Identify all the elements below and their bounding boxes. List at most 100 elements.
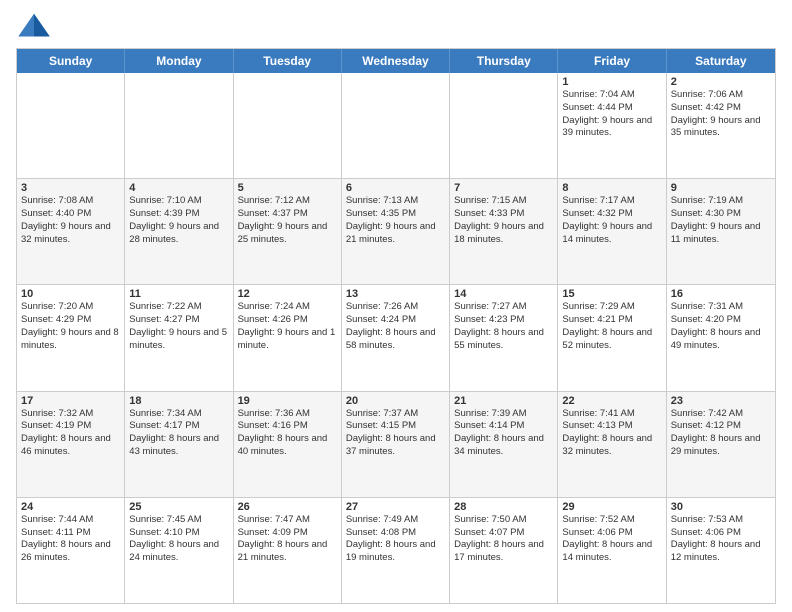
day-cell-18: 18Sunrise: 7:34 AMSunset: 4:17 PMDayligh… [125, 392, 233, 497]
header-day-friday: Friday [558, 49, 666, 73]
day-number: 21 [454, 395, 553, 407]
header-day-monday: Monday [125, 49, 233, 73]
day-number: 13 [346, 288, 445, 300]
day-cell-24: 24Sunrise: 7:44 AMSunset: 4:11 PMDayligh… [17, 498, 125, 603]
empty-cell [450, 73, 558, 178]
calendar-body: 1Sunrise: 7:04 AMSunset: 4:44 PMDaylight… [17, 73, 775, 603]
day-info: Sunrise: 7:53 AMSunset: 4:06 PMDaylight:… [671, 514, 771, 565]
day-info: Sunrise: 7:08 AMSunset: 4:40 PMDaylight:… [21, 195, 120, 246]
day-info: Sunrise: 7:13 AMSunset: 4:35 PMDaylight:… [346, 195, 445, 246]
day-info: Sunrise: 7:15 AMSunset: 4:33 PMDaylight:… [454, 195, 553, 246]
day-info: Sunrise: 7:24 AMSunset: 4:26 PMDaylight:… [238, 301, 337, 352]
day-cell-7: 7Sunrise: 7:15 AMSunset: 4:33 PMDaylight… [450, 179, 558, 284]
day-number: 5 [238, 182, 337, 194]
day-cell-26: 26Sunrise: 7:47 AMSunset: 4:09 PMDayligh… [234, 498, 342, 603]
day-number: 25 [129, 501, 228, 513]
day-number: 6 [346, 182, 445, 194]
day-info: Sunrise: 7:19 AMSunset: 4:30 PMDaylight:… [671, 195, 771, 246]
day-number: 2 [671, 76, 771, 88]
page: SundayMondayTuesdayWednesdayThursdayFrid… [0, 0, 792, 612]
day-cell-27: 27Sunrise: 7:49 AMSunset: 4:08 PMDayligh… [342, 498, 450, 603]
calendar-header: SundayMondayTuesdayWednesdayThursdayFrid… [17, 49, 775, 73]
day-number: 4 [129, 182, 228, 194]
header-day-sunday: Sunday [17, 49, 125, 73]
day-info: Sunrise: 7:37 AMSunset: 4:15 PMDaylight:… [346, 408, 445, 459]
day-info: Sunrise: 7:06 AMSunset: 4:42 PMDaylight:… [671, 89, 771, 140]
day-info: Sunrise: 7:04 AMSunset: 4:44 PMDaylight:… [562, 89, 661, 140]
day-info: Sunrise: 7:32 AMSunset: 4:19 PMDaylight:… [21, 408, 120, 459]
day-number: 16 [671, 288, 771, 300]
day-number: 9 [671, 182, 771, 194]
calendar-row-4: 24Sunrise: 7:44 AMSunset: 4:11 PMDayligh… [17, 497, 775, 603]
day-number: 27 [346, 501, 445, 513]
day-cell-4: 4Sunrise: 7:10 AMSunset: 4:39 PMDaylight… [125, 179, 233, 284]
header [16, 12, 776, 40]
calendar-row-1: 3Sunrise: 7:08 AMSunset: 4:40 PMDaylight… [17, 178, 775, 284]
day-number: 7 [454, 182, 553, 194]
day-cell-28: 28Sunrise: 7:50 AMSunset: 4:07 PMDayligh… [450, 498, 558, 603]
day-info: Sunrise: 7:26 AMSunset: 4:24 PMDaylight:… [346, 301, 445, 352]
day-number: 12 [238, 288, 337, 300]
day-number: 8 [562, 182, 661, 194]
day-cell-6: 6Sunrise: 7:13 AMSunset: 4:35 PMDaylight… [342, 179, 450, 284]
day-number: 22 [562, 395, 661, 407]
day-cell-29: 29Sunrise: 7:52 AMSunset: 4:06 PMDayligh… [558, 498, 666, 603]
day-info: Sunrise: 7:27 AMSunset: 4:23 PMDaylight:… [454, 301, 553, 352]
day-number: 14 [454, 288, 553, 300]
day-cell-20: 20Sunrise: 7:37 AMSunset: 4:15 PMDayligh… [342, 392, 450, 497]
day-number: 20 [346, 395, 445, 407]
day-info: Sunrise: 7:12 AMSunset: 4:37 PMDaylight:… [238, 195, 337, 246]
day-number: 24 [21, 501, 120, 513]
day-info: Sunrise: 7:50 AMSunset: 4:07 PMDaylight:… [454, 514, 553, 565]
day-number: 1 [562, 76, 661, 88]
day-info: Sunrise: 7:17 AMSunset: 4:32 PMDaylight:… [562, 195, 661, 246]
day-info: Sunrise: 7:47 AMSunset: 4:09 PMDaylight:… [238, 514, 337, 565]
day-number: 18 [129, 395, 228, 407]
day-cell-10: 10Sunrise: 7:20 AMSunset: 4:29 PMDayligh… [17, 285, 125, 390]
calendar: SundayMondayTuesdayWednesdayThursdayFrid… [16, 48, 776, 604]
day-cell-19: 19Sunrise: 7:36 AMSunset: 4:16 PMDayligh… [234, 392, 342, 497]
header-day-thursday: Thursday [450, 49, 558, 73]
day-number: 3 [21, 182, 120, 194]
day-cell-3: 3Sunrise: 7:08 AMSunset: 4:40 PMDaylight… [17, 179, 125, 284]
day-info: Sunrise: 7:34 AMSunset: 4:17 PMDaylight:… [129, 408, 228, 459]
day-cell-16: 16Sunrise: 7:31 AMSunset: 4:20 PMDayligh… [667, 285, 775, 390]
empty-cell [125, 73, 233, 178]
empty-cell [234, 73, 342, 178]
day-cell-14: 14Sunrise: 7:27 AMSunset: 4:23 PMDayligh… [450, 285, 558, 390]
calendar-row-2: 10Sunrise: 7:20 AMSunset: 4:29 PMDayligh… [17, 284, 775, 390]
day-cell-23: 23Sunrise: 7:42 AMSunset: 4:12 PMDayligh… [667, 392, 775, 497]
day-info: Sunrise: 7:44 AMSunset: 4:11 PMDaylight:… [21, 514, 120, 565]
empty-cell [342, 73, 450, 178]
day-info: Sunrise: 7:52 AMSunset: 4:06 PMDaylight:… [562, 514, 661, 565]
day-number: 11 [129, 288, 228, 300]
day-cell-12: 12Sunrise: 7:24 AMSunset: 4:26 PMDayligh… [234, 285, 342, 390]
day-number: 28 [454, 501, 553, 513]
day-number: 23 [671, 395, 771, 407]
day-cell-1: 1Sunrise: 7:04 AMSunset: 4:44 PMDaylight… [558, 73, 666, 178]
day-cell-25: 25Sunrise: 7:45 AMSunset: 4:10 PMDayligh… [125, 498, 233, 603]
day-cell-2: 2Sunrise: 7:06 AMSunset: 4:42 PMDaylight… [667, 73, 775, 178]
day-cell-21: 21Sunrise: 7:39 AMSunset: 4:14 PMDayligh… [450, 392, 558, 497]
day-info: Sunrise: 7:41 AMSunset: 4:13 PMDaylight:… [562, 408, 661, 459]
header-day-saturday: Saturday [667, 49, 775, 73]
day-number: 26 [238, 501, 337, 513]
day-cell-11: 11Sunrise: 7:22 AMSunset: 4:27 PMDayligh… [125, 285, 233, 390]
day-number: 29 [562, 501, 661, 513]
day-number: 17 [21, 395, 120, 407]
day-cell-15: 15Sunrise: 7:29 AMSunset: 4:21 PMDayligh… [558, 285, 666, 390]
day-number: 19 [238, 395, 337, 407]
logo [16, 12, 56, 40]
day-cell-13: 13Sunrise: 7:26 AMSunset: 4:24 PMDayligh… [342, 285, 450, 390]
day-cell-22: 22Sunrise: 7:41 AMSunset: 4:13 PMDayligh… [558, 392, 666, 497]
day-info: Sunrise: 7:42 AMSunset: 4:12 PMDaylight:… [671, 408, 771, 459]
day-info: Sunrise: 7:36 AMSunset: 4:16 PMDaylight:… [238, 408, 337, 459]
day-number: 15 [562, 288, 661, 300]
day-info: Sunrise: 7:29 AMSunset: 4:21 PMDaylight:… [562, 301, 661, 352]
day-info: Sunrise: 7:49 AMSunset: 4:08 PMDaylight:… [346, 514, 445, 565]
day-info: Sunrise: 7:39 AMSunset: 4:14 PMDaylight:… [454, 408, 553, 459]
day-cell-5: 5Sunrise: 7:12 AMSunset: 4:37 PMDaylight… [234, 179, 342, 284]
day-info: Sunrise: 7:20 AMSunset: 4:29 PMDaylight:… [21, 301, 120, 352]
calendar-row-3: 17Sunrise: 7:32 AMSunset: 4:19 PMDayligh… [17, 391, 775, 497]
day-number: 10 [21, 288, 120, 300]
